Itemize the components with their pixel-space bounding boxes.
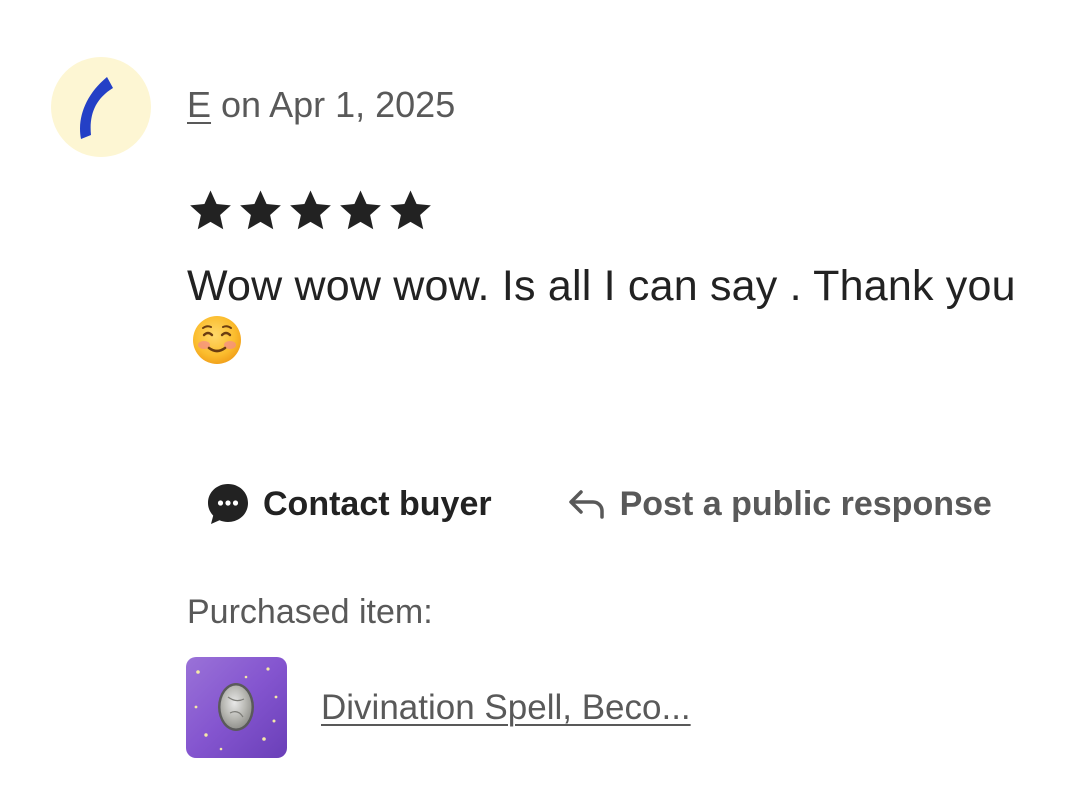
purchased-item-link[interactable]: Divination Spell, Beco... xyxy=(321,688,691,728)
star-icon xyxy=(237,187,284,234)
reviewer-name-link[interactable]: E xyxy=(187,84,211,125)
contact-buyer-label: Contact buyer xyxy=(263,484,492,523)
star-icon xyxy=(187,187,234,234)
star-icon xyxy=(337,187,384,234)
post-public-response-button[interactable]: Post a public response xyxy=(567,484,992,524)
review-meta: E on Apr 1, 2025 xyxy=(187,84,455,126)
review-card: E on Apr 1, 2025 Wow wow wow. Is all I c… xyxy=(0,0,1078,809)
purchased-item-label: Purchased item: xyxy=(187,593,433,631)
chat-bubble-icon xyxy=(206,482,250,526)
review-text: Wow wow wow. Is all I can say . Thank yo… xyxy=(187,262,1016,310)
review-text-block: Wow wow wow. Is all I can say . Thank yo… xyxy=(187,258,1047,372)
reply-arrow-icon xyxy=(567,484,607,524)
smiling-face-icon xyxy=(191,314,243,366)
star-rating xyxy=(187,187,434,234)
item-thumbnail[interactable] xyxy=(186,657,287,758)
star-icon xyxy=(287,187,334,234)
review-date: on Apr 1, 2025 xyxy=(221,84,456,125)
avatar-shape-icon xyxy=(80,77,113,139)
purchased-item: Divination Spell, Beco... xyxy=(186,657,691,758)
contact-buyer-button[interactable]: Contact buyer xyxy=(206,482,492,526)
review-actions: Contact buyer Post a public response xyxy=(206,482,992,526)
avatar[interactable] xyxy=(51,57,151,157)
star-icon xyxy=(387,187,434,234)
post-public-response-label: Post a public response xyxy=(619,484,992,523)
